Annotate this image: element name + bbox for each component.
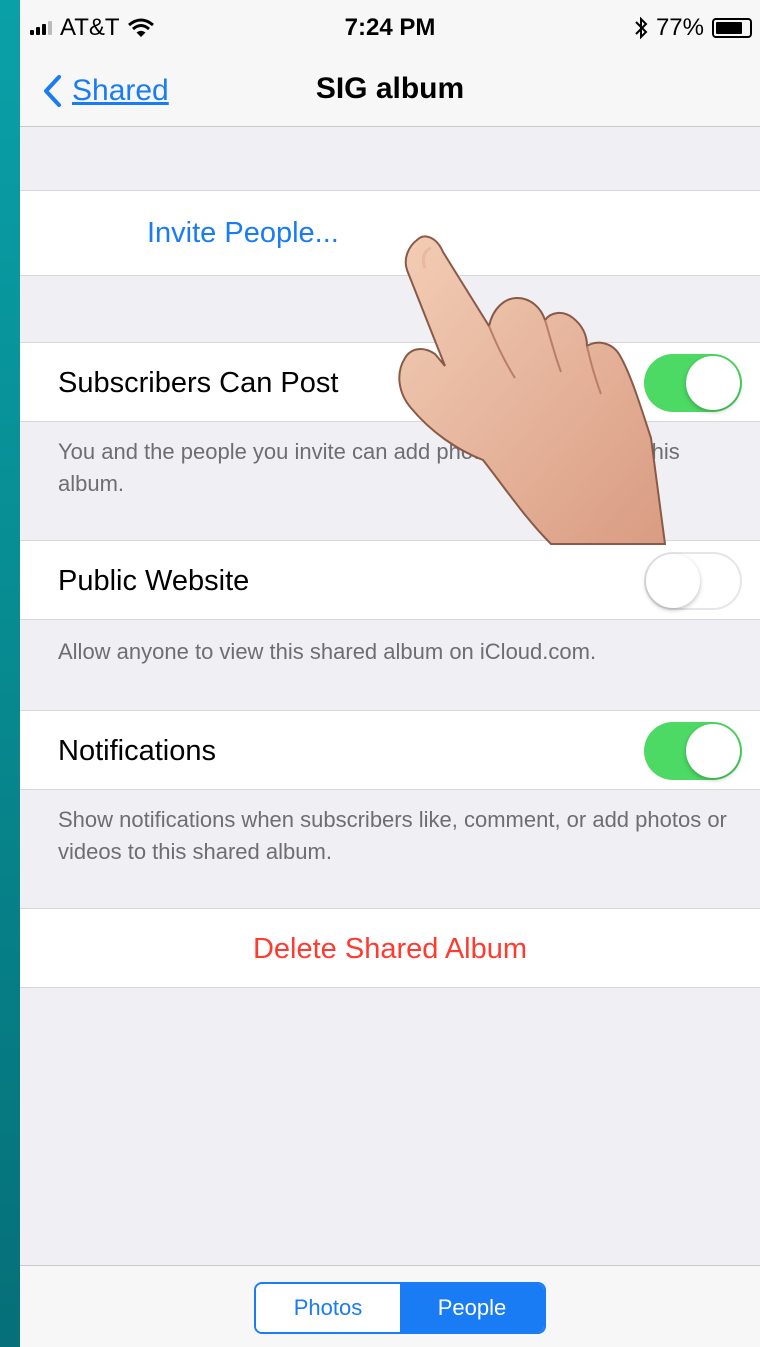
status-right: 77% <box>634 14 752 42</box>
segment-people[interactable]: People <box>400 1284 544 1332</box>
page-title: SIG album <box>315 72 465 105</box>
public-website-footer: Allow anyone to view this shared album o… <box>58 639 597 664</box>
notifications-row: Notifications <box>20 710 760 790</box>
battery-icon <box>712 18 752 38</box>
public-website-row: Public Website <box>20 540 760 620</box>
invite-people-button[interactable]: Invite People... <box>147 217 339 250</box>
pointing-hand-icon <box>398 235 667 545</box>
phone-screen: AT&T 7:24 PM 77% Shared SIG album Invite… <box>20 0 760 1347</box>
subscribers-can-post-label: Subscribers Can Post <box>58 367 339 399</box>
public-website-label: Public Website <box>58 565 250 597</box>
navigation-bar: Shared SIG album <box>20 56 760 127</box>
notifications-label: Notifications <box>58 735 216 767</box>
public-website-toggle[interactable] <box>644 552 742 610</box>
bluetooth-icon <box>635 16 648 40</box>
delete-shared-album-button[interactable]: Delete Shared Album <box>20 933 760 966</box>
notifications-footer: Show notifications when subscribers like… <box>58 807 727 864</box>
delete-shared-album-row[interactable]: Delete Shared Album <box>20 908 760 988</box>
bottom-toolbar: Photos People <box>20 1265 760 1347</box>
status-bar: AT&T 7:24 PM 77% <box>20 0 760 56</box>
photos-people-segmented-control: Photos People <box>254 1282 546 1334</box>
notifications-toggle[interactable] <box>644 722 742 780</box>
segment-photos[interactable]: Photos <box>256 1284 400 1332</box>
battery-percent: 77% <box>655 14 704 41</box>
